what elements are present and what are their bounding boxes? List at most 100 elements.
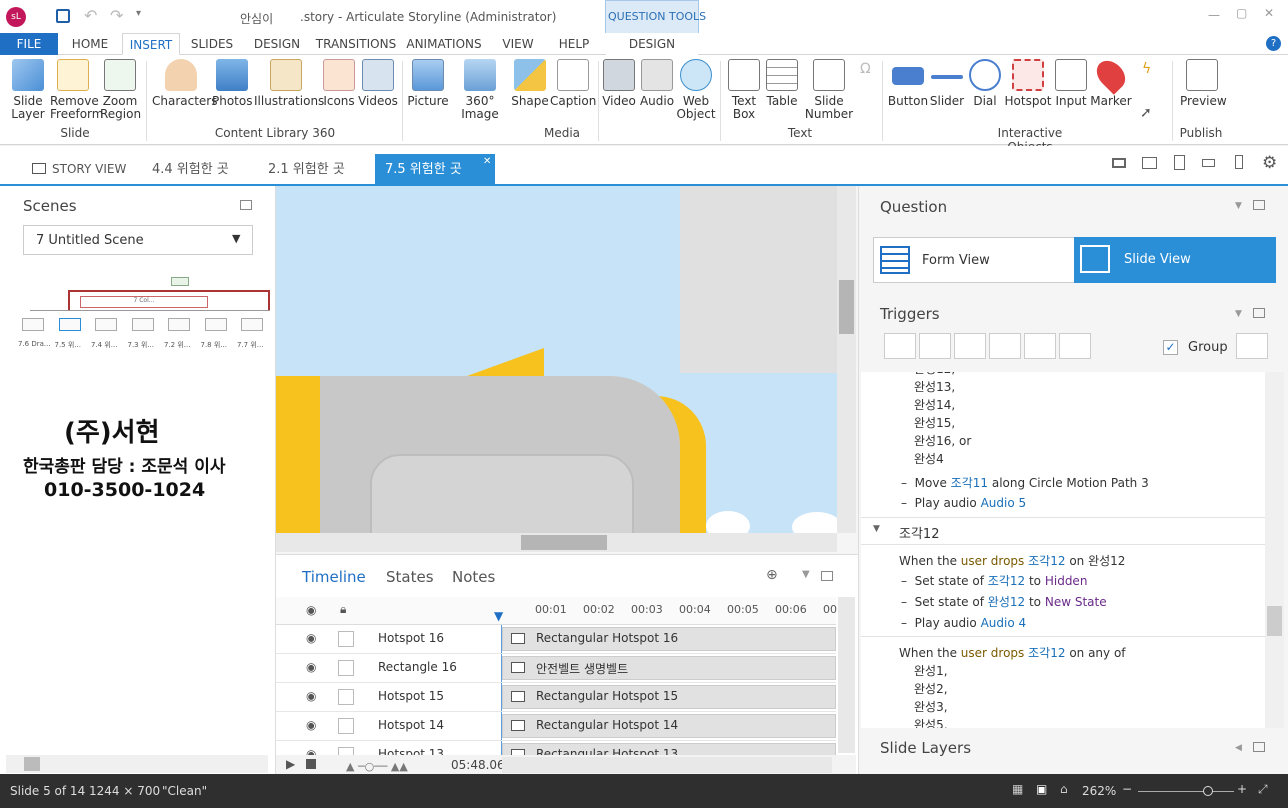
tab-question-design[interactable]: DESIGN bbox=[606, 33, 698, 55]
scene-thumbnail[interactable] bbox=[241, 318, 263, 331]
input-button[interactable]: Input bbox=[1052, 59, 1090, 108]
tab-insert[interactable]: INSERT bbox=[122, 33, 180, 55]
tab-transitions[interactable]: TRANSITIONS bbox=[314, 33, 398, 55]
tab-home[interactable]: HOME bbox=[62, 33, 118, 55]
zoom-thumb[interactable] bbox=[1203, 786, 1213, 796]
button-button[interactable]: Button bbox=[886, 59, 930, 108]
scene-map-node[interactable] bbox=[171, 277, 189, 286]
form-view-button[interactable]: Form View bbox=[873, 237, 1075, 283]
delete-trigger-icon[interactable] bbox=[1024, 333, 1056, 359]
tab-story-view[interactable]: STORY VIEW bbox=[22, 154, 136, 185]
triggers-vscrollbar[interactable] bbox=[1265, 372, 1284, 728]
desktop-view-icon[interactable] bbox=[1112, 158, 1126, 168]
scene-select[interactable]: 7 Untitled Scene ▼ bbox=[23, 225, 253, 255]
audio-button[interactable]: Audio bbox=[638, 59, 676, 108]
illustrations-button[interactable]: Illustrations bbox=[254, 59, 324, 108]
tab-help[interactable]: HELP bbox=[552, 33, 596, 55]
zoom-slider[interactable]: ▲ ─○── ▲▲ bbox=[346, 760, 408, 773]
collapse-icon[interactable]: ▼ bbox=[873, 524, 880, 534]
tab-slide-7-5[interactable]: 7.5 위험한 곳 bbox=[375, 154, 495, 185]
canvas-vscrollbar[interactable] bbox=[837, 186, 856, 533]
trigger-set-state-2[interactable]: – Set state of 완성12 to New State bbox=[901, 593, 1107, 611]
scene-thumbnail[interactable] bbox=[168, 318, 190, 331]
videos-button[interactable]: Videos bbox=[358, 59, 398, 108]
characters-button[interactable]: Characters bbox=[152, 59, 218, 108]
tab-animations[interactable]: ANIMATIONS bbox=[404, 33, 484, 55]
canvas-vscroll-thumb[interactable] bbox=[839, 280, 854, 334]
tab-slide-4-4[interactable]: 4.4 위험한 곳 bbox=[142, 154, 239, 185]
tab-states[interactable]: States bbox=[386, 568, 434, 586]
preview-button[interactable]: Preview bbox=[1180, 59, 1227, 108]
shape-button[interactable]: Shape bbox=[510, 59, 550, 108]
tab-timeline[interactable]: Timeline bbox=[302, 568, 366, 586]
close-tab-icon[interactable]: ✕ bbox=[483, 156, 491, 167]
lock-checkbox[interactable] bbox=[338, 689, 354, 705]
tab-notes[interactable]: Notes bbox=[452, 568, 495, 586]
lock-icon[interactable]: 🔒︎ bbox=[340, 602, 346, 617]
tablet-portrait-icon[interactable] bbox=[1174, 155, 1185, 170]
tab-slides[interactable]: SLIDES bbox=[184, 33, 240, 55]
panel-menu-icon[interactable]: ▼ bbox=[1235, 201, 1242, 211]
tablet-landscape-icon[interactable] bbox=[1142, 157, 1157, 169]
eye-icon[interactable]: ◉ bbox=[306, 718, 316, 732]
scenes-scroll-thumb[interactable] bbox=[24, 757, 40, 771]
scenes-hscrollbar[interactable] bbox=[6, 755, 268, 773]
play-icon[interactable]: ▶ bbox=[286, 757, 295, 771]
video-button[interactable]: Video bbox=[600, 59, 638, 108]
remove-freeform-button[interactable]: Remove Freeform bbox=[50, 59, 103, 121]
customize-qat-icon[interactable]: ▾ bbox=[136, 8, 141, 19]
cursor-icon[interactable]: ➚ bbox=[1140, 105, 1152, 121]
paste-trigger-icon[interactable] bbox=[989, 333, 1021, 359]
fit-window-icon[interactable]: ⤢ bbox=[1258, 782, 1268, 797]
trigger-when-1[interactable]: When the user drops 조각12 on 완성12 bbox=[899, 552, 1125, 570]
tab-slide-2-1[interactable]: 2.1 위험한 곳 bbox=[258, 154, 355, 185]
timeline-tool-icon[interactable]: ⊕ bbox=[766, 567, 778, 583]
panel-popout-icon[interactable] bbox=[1253, 742, 1265, 752]
scene-thumbnail[interactable] bbox=[22, 318, 44, 331]
expand-icon[interactable]: ◀ bbox=[1235, 743, 1242, 753]
tab-design[interactable]: DESIGN bbox=[248, 33, 306, 55]
edit-trigger-icon[interactable] bbox=[919, 333, 951, 359]
minimize-icon[interactable]: — bbox=[1208, 8, 1220, 22]
slide-view-button[interactable]: Slide View bbox=[1074, 237, 1276, 283]
eye-icon[interactable]: ◉ bbox=[306, 603, 316, 617]
stop-icon[interactable] bbox=[306, 759, 316, 769]
tab-file[interactable]: FILE bbox=[0, 33, 58, 55]
timeline-row[interactable]: ◉ Hotspot 16 Rectangular Hotspot 16 bbox=[276, 625, 836, 654]
panel-popout-icon[interactable] bbox=[1253, 200, 1265, 210]
redo-icon[interactable]: ↷ bbox=[110, 6, 123, 25]
panel-menu-icon[interactable]: ▼ bbox=[802, 569, 810, 580]
trigger-audio5-action[interactable]: – Play audio Audio 5 bbox=[901, 494, 1026, 512]
trigger-icon[interactable]: ϟ bbox=[1142, 61, 1151, 77]
lock-checkbox[interactable] bbox=[338, 718, 354, 734]
trigger-section-header[interactable]: ▼ 조각12 bbox=[861, 517, 1265, 545]
maximize-icon[interactable]: ▢ bbox=[1236, 6, 1247, 20]
triggers-vscroll-thumb[interactable] bbox=[1267, 606, 1282, 636]
undo-icon[interactable]: ↶ bbox=[84, 6, 97, 25]
trigger-when-2[interactable]: When the user drops 조각12 on any of bbox=[899, 644, 1126, 662]
text-box-button[interactable]: Text Box bbox=[724, 59, 764, 121]
settings-gear-icon[interactable]: ⚙ bbox=[1262, 153, 1277, 173]
slider-button[interactable]: Slider bbox=[928, 59, 966, 108]
phone-landscape-icon[interactable] bbox=[1202, 159, 1215, 167]
photos-button[interactable]: Photos bbox=[212, 59, 252, 108]
table-button[interactable]: Table bbox=[762, 59, 802, 108]
normal-view-icon[interactable]: ▦ bbox=[1012, 782, 1023, 796]
lock-checkbox[interactable] bbox=[338, 631, 354, 647]
scene-thumbnail[interactable] bbox=[95, 318, 117, 331]
move-trigger-icon[interactable] bbox=[1059, 333, 1091, 359]
canvas-hscroll-thumb[interactable] bbox=[521, 535, 607, 550]
zoom-slider[interactable] bbox=[1138, 791, 1234, 792]
phone-portrait-icon[interactable] bbox=[1235, 155, 1243, 169]
panel-menu-icon[interactable]: ▼ bbox=[1235, 309, 1242, 319]
marker-button[interactable]: Marker bbox=[1090, 55, 1132, 108]
eye-icon[interactable]: ◉ bbox=[306, 660, 316, 674]
image-360-button[interactable]: 360° Image bbox=[452, 59, 508, 121]
tab-view[interactable]: VIEW bbox=[496, 33, 540, 55]
eye-icon[interactable]: ◉ bbox=[306, 689, 316, 703]
trigger-move-action[interactable]: – Move 조각11 along Circle Motion Path 3 bbox=[901, 474, 1149, 492]
copy-trigger-icon[interactable] bbox=[954, 333, 986, 359]
slide-layer-button[interactable]: Slide Layer bbox=[8, 59, 48, 121]
timeline-row[interactable]: ◉ Hotspot 14 Rectangular Hotspot 14 bbox=[276, 712, 836, 741]
timeline-hscrollbar[interactable] bbox=[502, 757, 832, 773]
